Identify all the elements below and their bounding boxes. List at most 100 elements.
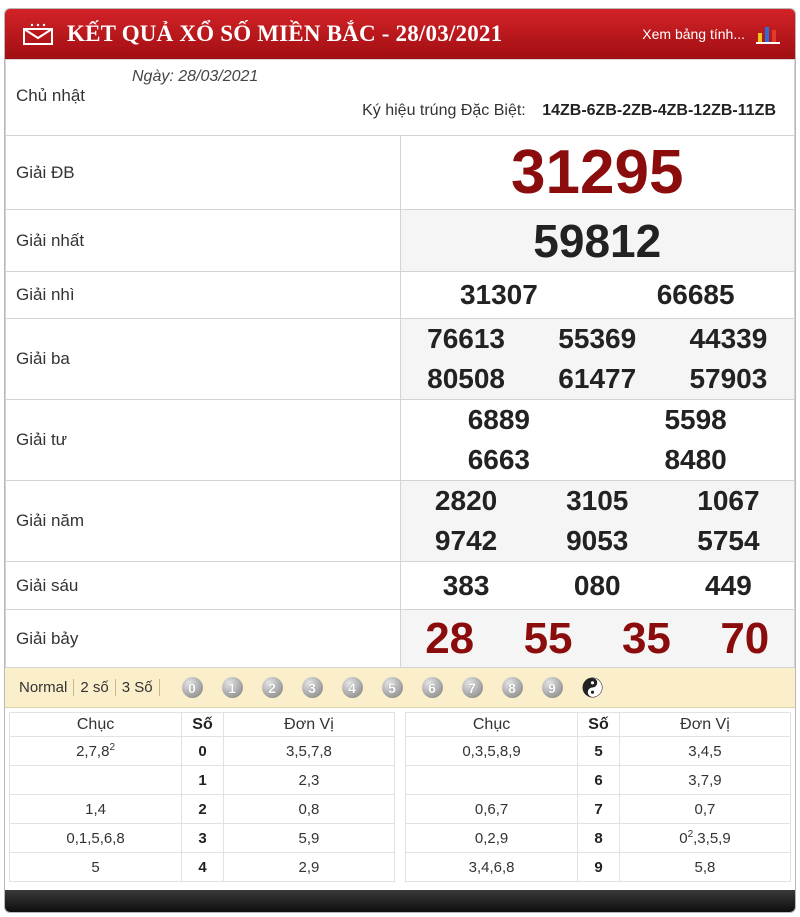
prize-number: 5598 xyxy=(664,404,727,435)
digit-4-button[interactable]: 4 xyxy=(341,677,363,698)
prize-number: 1067 xyxy=(697,485,760,516)
digit-9-button[interactable]: 9 xyxy=(541,677,563,698)
digit-1-button[interactable]: 1 xyxy=(221,677,243,698)
col-header-chuc: Chục xyxy=(404,712,579,737)
prize-number: 3105 xyxy=(566,485,629,516)
prize-label: Giải nhất xyxy=(5,209,401,272)
loto-chuc xyxy=(404,765,579,795)
loto-so: 7 xyxy=(577,794,620,824)
table-row: 0,1,5,6,8 3 5,9 xyxy=(8,823,396,853)
date-row: Chủ nhật Ngày: 28/03/2021 Ký hiệu trúng … xyxy=(5,59,795,136)
prize-values: 59812 xyxy=(399,209,795,272)
col-header-dv: Đơn Vị xyxy=(222,712,396,737)
prize-number: 70 xyxy=(720,613,770,663)
yin-yang-icon[interactable] xyxy=(582,677,603,698)
prize-number: 44339 xyxy=(689,323,768,354)
loto-tables: Chục Số Đơn Vị 2,7,82 0 3,5,7,8 1 2,3 1,… xyxy=(5,708,795,882)
col-header-dv: Đơn Vị xyxy=(618,712,792,737)
prize-row-bay: Giải bảy 28 55 35 70 xyxy=(5,609,795,668)
loto-dv: 0,8 xyxy=(222,794,396,824)
table-row: 5 4 2,9 xyxy=(8,852,396,882)
digit-5-button[interactable]: 5 xyxy=(381,677,403,698)
loto-dv: 5,8 xyxy=(618,852,792,882)
date-cell: Chủ nhật Ngày: 28/03/2021 Ký hiệu trúng … xyxy=(5,59,795,136)
loto-table-right: Chục Số Đơn Vị 0,3,5,8,9 5 3,4,5 6 3,7,9… xyxy=(404,712,792,882)
digit-8-button[interactable]: 8 xyxy=(501,677,523,698)
prize-label: Giải ĐB xyxy=(5,135,401,210)
prize-number: 80508 xyxy=(427,363,506,394)
digit-2-button[interactable]: 2 xyxy=(261,677,283,698)
digit-6-button[interactable]: 6 xyxy=(421,677,443,698)
special-symbol-line: Ký hiệu trúng Đặc Biệt: 14ZB-6ZB-2ZB-4ZB… xyxy=(362,102,776,120)
prize-number: 57903 xyxy=(689,363,768,394)
prize-number: 28 xyxy=(425,613,475,663)
prize-label: Giải sáu xyxy=(5,561,401,610)
prize-number: 66685 xyxy=(656,279,735,310)
day-of-week: Chủ nhật xyxy=(16,86,85,105)
filter-normal[interactable]: Normal xyxy=(17,679,75,696)
loto-so: 3 xyxy=(181,823,224,853)
table-row: 3,4,6,8 9 5,8 xyxy=(404,852,792,882)
table-row: 0,3,5,8,9 5 3,4,5 xyxy=(404,736,792,766)
page-title: KẾT QUẢ XỔ SỐ MIỀN BẮC - 28/03/2021 xyxy=(67,21,503,46)
table-row: 0,2,9 8 02,3,5,9 xyxy=(404,823,792,853)
loto-chuc xyxy=(8,765,183,795)
footer-bar xyxy=(5,890,795,912)
loto-so: 9 xyxy=(577,852,620,882)
prize-number: 8480 xyxy=(664,444,727,475)
digit-0-button[interactable]: 0 xyxy=(181,677,203,698)
loto-dv: 3,4,5 xyxy=(618,736,792,766)
prize-number: 080 xyxy=(573,569,621,601)
prize-values: 2820 9742 3105 9053 1067 5754 xyxy=(399,480,795,562)
prize-number: 31307 xyxy=(459,279,538,310)
filter-3-digits[interactable]: 3 Số xyxy=(116,679,160,696)
bar-chart-icon[interactable] xyxy=(755,23,781,45)
special-symbol-label: Ký hiệu trúng Đặc Biệt: xyxy=(362,102,526,119)
loto-chuc: 3,4,6,8 xyxy=(404,852,579,882)
prize-label: Giải năm xyxy=(5,480,401,562)
loto-dv: 5,9 xyxy=(222,823,396,853)
view-table-link[interactable]: Xem bảng tính... xyxy=(642,26,745,42)
loto-dv: 2,9 xyxy=(222,852,396,882)
loto-chuc: 2,7,82 xyxy=(8,736,183,766)
loto-chuc: 0,2,9 xyxy=(404,823,579,853)
prize-number: 6663 xyxy=(467,444,531,475)
prize-row-db: Giải ĐB 31295 xyxy=(5,135,795,210)
prize-values: 31295 xyxy=(399,135,795,210)
prize-number: 35 xyxy=(621,613,671,663)
prize-number: 2820 xyxy=(434,485,498,516)
loto-dv: 3,7,9 xyxy=(618,765,792,795)
prize-number: 55369 xyxy=(558,323,637,354)
digit-highlighter: 0 1 2 3 4 5 6 7 8 9 xyxy=(181,677,603,698)
prize-values: 383 080 449 xyxy=(399,561,795,610)
prize-row-tu: Giải tư 6889 6663 5598 8480 xyxy=(5,399,795,481)
prize-row-nhi: Giải nhì 31307 66685 xyxy=(5,271,795,319)
digit-3-button[interactable]: 3 xyxy=(301,677,323,698)
prize-values: 28 55 35 70 xyxy=(399,609,795,668)
table-row: 2,7,82 0 3,5,7,8 xyxy=(8,736,396,766)
digit-7-button[interactable]: 7 xyxy=(461,677,483,698)
loto-so: 1 xyxy=(181,765,224,795)
prize-number: 55 xyxy=(523,613,573,663)
loto-chuc: 1,4 xyxy=(8,794,183,824)
filter-bar: Normal 2 số 3 Số 0 1 2 3 4 5 6 7 8 9 xyxy=(5,668,795,708)
prize-row-sau: Giải sáu 383 080 449 xyxy=(5,561,795,610)
loto-dv: 2,3 xyxy=(222,765,396,795)
loto-so: 2 xyxy=(181,794,224,824)
loto-chuc: 0,1,5,6,8 xyxy=(8,823,183,853)
prize-label: Giải ba xyxy=(5,318,401,400)
loto-so: 0 xyxy=(181,736,224,766)
prize-values: 6889 6663 5598 8480 xyxy=(399,399,795,481)
loto-dv: 02,3,5,9 xyxy=(618,823,792,853)
loto-dv: 0,7 xyxy=(618,794,792,824)
prize-row-nhat: Giải nhất 59812 xyxy=(5,209,795,272)
header-bar: KẾT QUẢ XỔ SỐ MIỀN BẮC - 28/03/2021 Xem … xyxy=(5,9,795,59)
prize-number: 9053 xyxy=(566,525,629,556)
table-row: 1 2,3 xyxy=(8,765,396,795)
loto-so: 6 xyxy=(577,765,620,795)
prize-row-nam: Giải năm 2820 9742 3105 9053 1067 5754 xyxy=(5,480,795,562)
table-row: 0,6,7 7 0,7 xyxy=(404,794,792,824)
envelope-icon xyxy=(23,23,53,45)
filter-2-digits[interactable]: 2 số xyxy=(74,679,116,696)
table-row: 6 3,7,9 xyxy=(404,765,792,795)
